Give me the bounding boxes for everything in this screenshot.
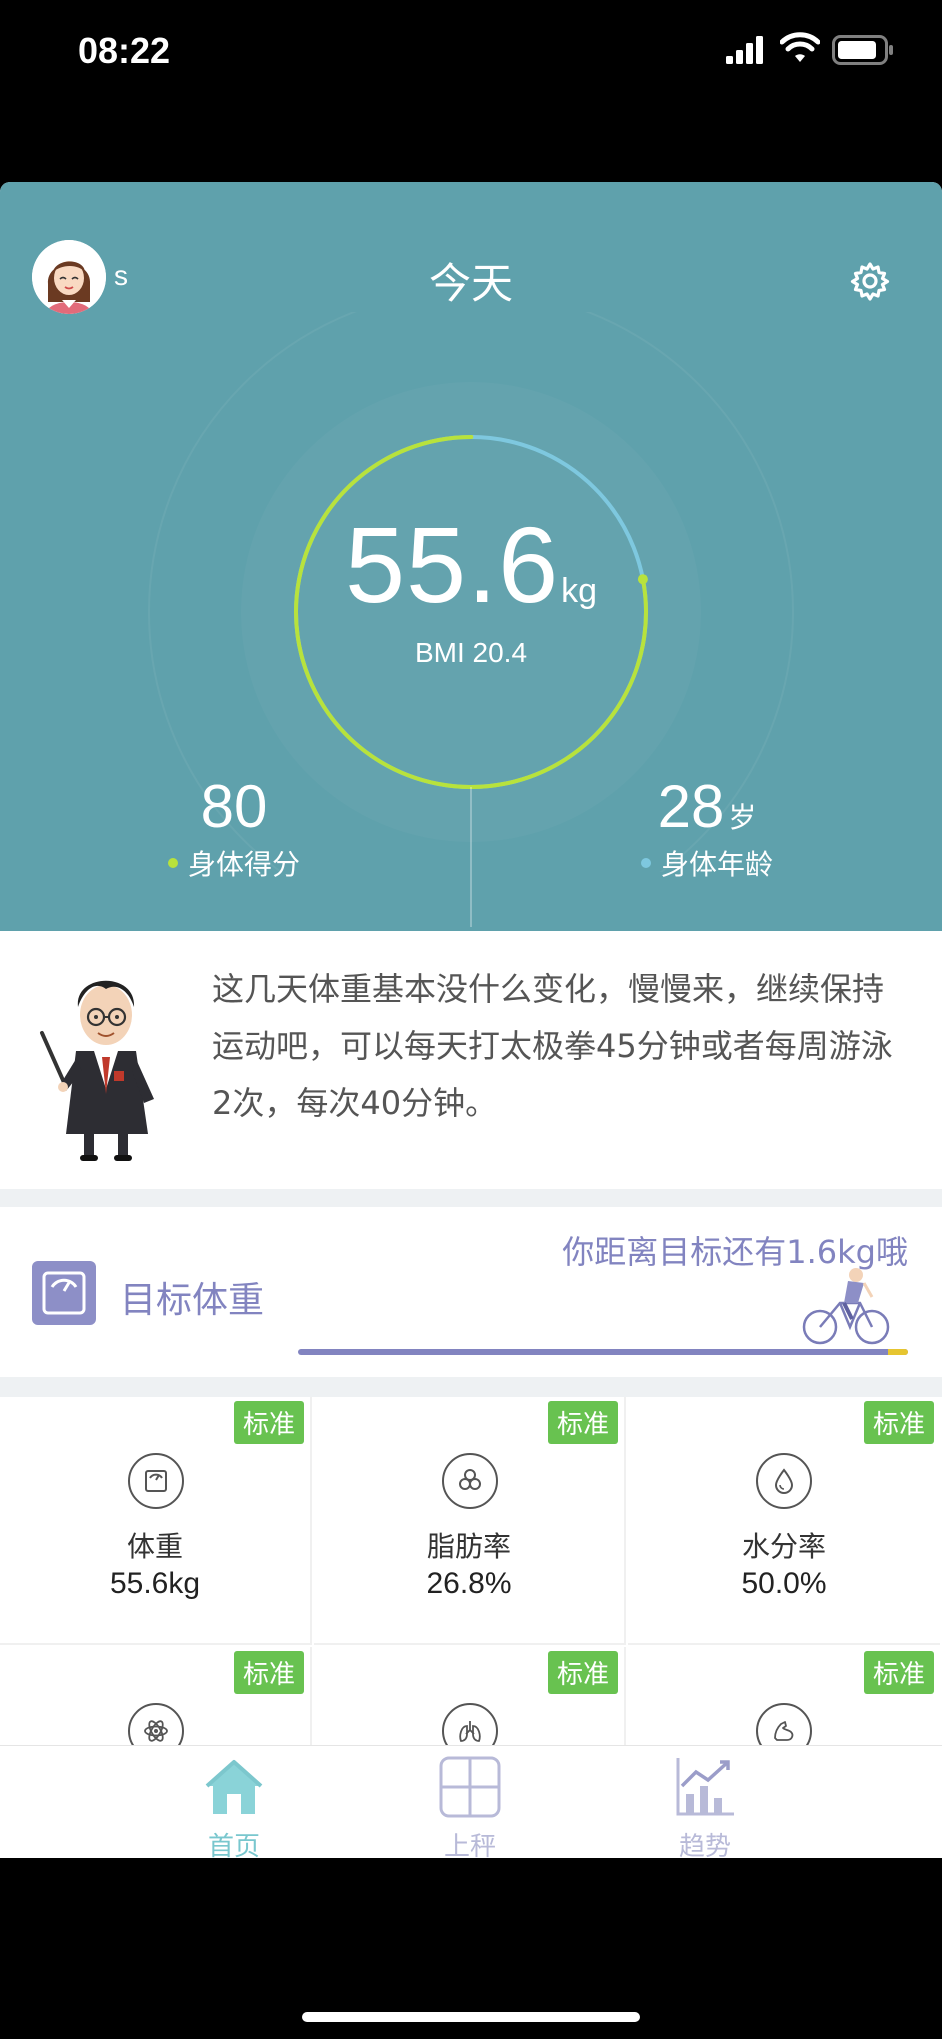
weight-readout: 55.6kg [0,502,942,627]
goal-title: 目标体重 [120,1280,265,1321]
body-age[interactable]: 28 岁 身体年龄 [557,772,857,883]
age-dot [640,858,651,868]
metric-weight[interactable]: 标准 体重 55.6kg [0,1397,312,1645]
body-score-value: 80 [200,773,268,840]
body-age-value: 28 [657,773,725,840]
gear-icon [850,262,890,301]
status-time: 08:22 [78,30,171,71]
metric-value: 26.8% [426,1567,512,1600]
body-score-label: 身体得分 [187,848,300,881]
metric-water-rate[interactable]: 标准 水分率 50.0% [628,1397,940,1645]
status-badge: 标准 [547,1401,618,1444]
goal-progress-end [888,1349,908,1355]
status-badge: 标准 [863,1401,934,1444]
metric-name: 体重 [126,1530,183,1563]
tab-home-label: 首页 [207,1832,260,1858]
weight-value: 55.6 [344,504,560,625]
metric-fat-rate[interactable]: 标准 脂肪率 26.8% [314,1397,626,1645]
tab-weigh[interactable]: 上秤 [410,1754,530,1858]
goal-weight-card[interactable]: 目标体重 你距离目标还有1.6kg哦 [0,1207,942,1377]
bmi-value: BMI 20.4 [414,637,528,668]
tab-home[interactable]: 首页 [174,1754,294,1858]
water-drop-icon [756,1453,812,1509]
phone-screen: 08:22 s 今天 55.6kg BMI 20.4 80 身体得分 28 岁 … [0,0,942,2039]
battery-icon [832,35,893,65]
metric-value: 50.0% [741,1567,827,1600]
status-badge: 标准 [233,1401,304,1444]
tab-trend[interactable]: 趋势 [645,1754,765,1858]
body-age-label: 身体年龄 [660,848,773,881]
scale-icon [128,1453,184,1509]
scale-grid-icon [439,1756,501,1818]
home-icon [205,1760,263,1814]
scale-icon [32,1261,96,1325]
tab-bar: 首页 上秤 趋势 [0,1745,942,1858]
weight-unit: kg [561,572,598,610]
metric-name: 脂肪率 [426,1530,511,1563]
summary-hero: s 今天 55.6kg BMI 20.4 80 身体得分 28 岁 身体年龄 [0,182,942,931]
status-badge: 标准 [233,1651,304,1694]
status-badge: 标准 [863,1651,934,1694]
fat-cells-icon [442,1453,498,1509]
page-title: 今天 [428,259,513,308]
status-badge: 标准 [547,1651,618,1694]
metric-value: 55.6kg [109,1567,201,1600]
body-age-suffix: 岁 [728,801,757,834]
tab-trend-label: 趋势 [678,1832,731,1858]
goal-progress-bar [298,1349,908,1355]
metric-name: 水分率 [741,1530,826,1563]
teacher-illustration [40,980,154,1161]
signal-icon [726,36,763,64]
stats-divider [470,787,472,927]
cyclist-icon [802,1268,890,1345]
score-dot [167,858,178,868]
home-indicator [302,2012,640,2022]
app-content: s 今天 55.6kg BMI 20.4 80 身体得分 28 岁 身体年龄 这… [0,182,942,1858]
body-score[interactable]: 80 身体得分 [84,772,384,883]
wifi-icon [780,32,820,62]
tab-weigh-label: 上秤 [443,1832,496,1858]
advice-text: 这几天体重基本没什么变化，慢慢来，继续保持运动吧，可以每天打太极拳45分钟或者每… [212,970,893,1122]
trend-chart-icon [676,1758,734,1816]
advice-card: 这几天体重基本没什么变化，慢慢来，继续保持运动吧，可以每天打太极拳45分钟或者每… [0,931,942,1189]
